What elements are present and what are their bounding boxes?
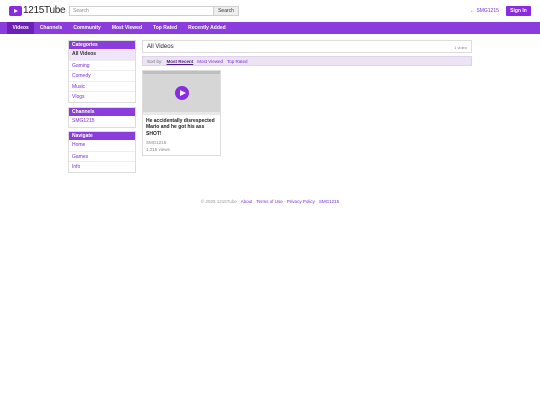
site-footer: © 2025 1215Tube · About · Terms of Use ·…: [0, 199, 540, 204]
category-comedy[interactable]: Comedy: [69, 70, 135, 81]
channel-smg1215[interactable]: SMG1215: [69, 116, 135, 127]
nav-most-viewed[interactable]: Most Viewed: [106, 22, 147, 34]
play-icon[interactable]: [175, 86, 189, 100]
video-channel[interactable]: SMG1215: [146, 140, 166, 145]
footer-copyright: © 2025 1215Tube: [200, 199, 237, 204]
sort-top-rated[interactable]: Top Rated: [227, 59, 248, 64]
category-gaming[interactable]: Gaming: [69, 59, 135, 71]
category-vlogs[interactable]: Vlogs: [69, 91, 135, 102]
footer-privacy-link[interactable]: Privacy Policy: [287, 199, 315, 204]
footer-channel-link[interactable]: SMG1215: [319, 199, 339, 204]
logo-text: 1215Tube: [23, 5, 66, 16]
site-header: 1215Tube Search ← SMG1215 Sign In: [0, 0, 540, 22]
play-logo-icon: [9, 6, 22, 16]
footer-about-link[interactable]: About: [241, 199, 253, 204]
thumbnail-bottom-strip: [143, 112, 220, 115]
thumbnail-top-strip: [143, 71, 220, 74]
video-views: 1,215 views: [146, 147, 170, 152]
page-title: All Videos: [147, 44, 174, 50]
videos-header: All Videos 1 video: [142, 40, 472, 53]
site-logo[interactable]: 1215Tube: [9, 5, 66, 17]
user-channel-link[interactable]: ← SMG1215: [470, 8, 499, 14]
video-card[interactable]: He accidentally disrespected Mario and h…: [142, 70, 221, 156]
search-input[interactable]: [69, 6, 213, 16]
navigate-home[interactable]: Home: [69, 140, 135, 151]
footer-terms-link[interactable]: Terms of Use: [256, 199, 283, 204]
navigate-box: Navigate Home Games Info: [68, 131, 136, 173]
video-count: 1 video: [454, 45, 467, 50]
sign-in-button[interactable]: Sign In: [506, 6, 531, 16]
nav-recently-added[interactable]: Recently Added: [183, 22, 232, 34]
main-nav: Videos Channels Community Most Viewed To…: [0, 22, 540, 34]
nav-community[interactable]: Community: [68, 22, 107, 34]
nav-channels[interactable]: Channels: [34, 22, 68, 34]
navigate-info[interactable]: Info: [69, 161, 135, 172]
channels-box: Channels SMG1215: [68, 107, 136, 128]
video-title[interactable]: He accidentally disrespected Mario and h…: [146, 118, 218, 137]
video-thumbnail[interactable]: [143, 71, 220, 115]
nav-top-rated[interactable]: Top Rated: [148, 22, 183, 34]
category-all-videos[interactable]: All Videos: [69, 49, 135, 60]
categories-box: Categories All Videos Gaming Comedy Musi…: [68, 40, 136, 103]
channels-heading: Channels: [69, 108, 135, 116]
categories-heading: Categories: [69, 41, 135, 49]
sort-most-recent[interactable]: Most Recent: [167, 59, 194, 64]
navigate-heading: Navigate: [69, 132, 135, 140]
navigate-games[interactable]: Games: [69, 150, 135, 162]
nav-videos[interactable]: Videos: [7, 22, 35, 34]
sort-bar: Sort by: Most Recent Most Viewed Top Rat…: [142, 56, 472, 66]
category-music[interactable]: Music: [69, 80, 135, 92]
search-button[interactable]: Search: [213, 6, 239, 16]
sort-most-viewed[interactable]: Most Viewed: [197, 59, 223, 64]
sort-label: Sort by:: [147, 58, 163, 64]
